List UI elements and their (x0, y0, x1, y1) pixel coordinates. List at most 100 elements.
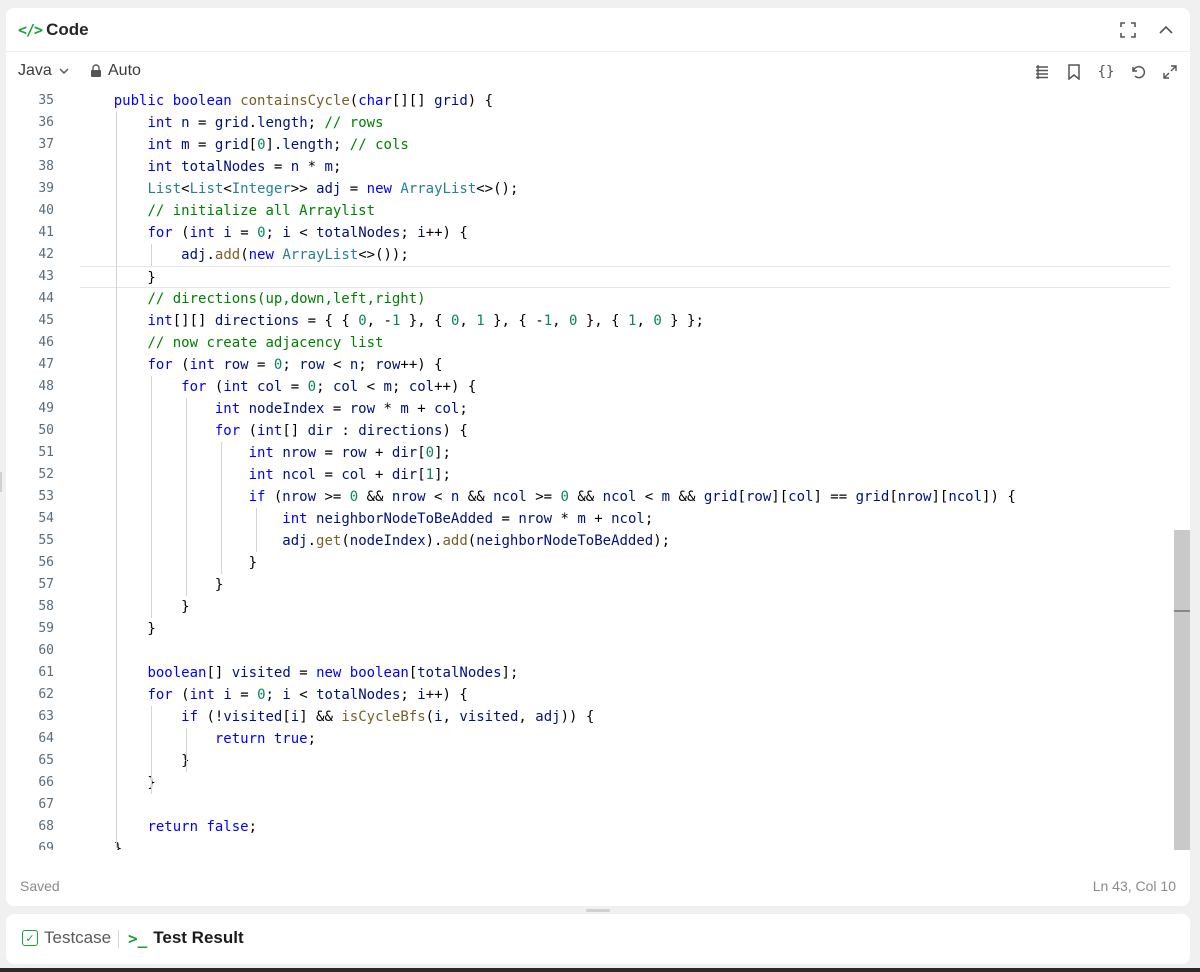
code-line[interactable]: int nrow = row + dir[0]; (80, 442, 1170, 464)
line-number: 55 (38, 533, 54, 548)
code-line[interactable] (80, 640, 1170, 662)
line-number: 51 (38, 445, 54, 460)
panel-title: </> Code (18, 20, 89, 40)
line-number: 38 (38, 159, 54, 174)
indent-guide (186, 398, 187, 596)
line-number: 63 (38, 709, 54, 724)
code-line[interactable]: return false; (80, 816, 1170, 838)
bottom-edge (0, 968, 1200, 972)
line-number: 50 (38, 423, 54, 438)
line-number: 41 (38, 225, 54, 240)
line-number: 66 (38, 775, 54, 790)
code-line[interactable]: for (int i = 0; i < totalNodes; i++) { (80, 684, 1170, 706)
panel-header: </> Code (6, 8, 1190, 52)
code-line[interactable]: public boolean containsCycle(char[][] gr… (80, 90, 1170, 112)
line-number: 48 (38, 379, 54, 394)
line-number: 57 (38, 577, 54, 592)
code-line[interactable]: adj.get(nodeIndex).add(neighborNodeToBeA… (80, 530, 1170, 552)
line-number: 61 (38, 665, 54, 680)
lock-icon (91, 64, 101, 77)
indent-guide (151, 706, 152, 794)
checkbox-icon: ✓ (22, 930, 38, 946)
code-line[interactable]: int nodeIndex = row * m + col; (80, 398, 1170, 420)
line-number: 69 (38, 841, 54, 850)
indent-guide (151, 244, 152, 266)
code-line[interactable]: int totalNodes = n * m; (80, 156, 1170, 178)
tab-divider (118, 930, 119, 948)
line-number: 67 (38, 797, 54, 812)
line-number: 37 (38, 137, 54, 152)
current-code-line[interactable]: } (80, 266, 1170, 288)
line-number: 53 (38, 489, 54, 504)
code-line[interactable]: // initialize all Arraylist (80, 200, 1170, 222)
code-line[interactable]: for (int i = 0; i < totalNodes; i++) { (80, 222, 1170, 244)
code-line[interactable]: int neighborNodeToBeAdded = nrow * m + n… (80, 508, 1170, 530)
code-line[interactable]: } (80, 750, 1170, 772)
code-line[interactable] (80, 794, 1170, 816)
code-line[interactable]: for (int[] dir : directions) { (80, 420, 1170, 442)
scrollbar-cursor-marker (1174, 610, 1190, 612)
tab-test-result[interactable]: >_ Test Result (128, 928, 244, 948)
line-number: 59 (38, 621, 54, 636)
code-line[interactable]: } (80, 618, 1170, 640)
line-number: 35 (38, 93, 54, 108)
format-list-icon[interactable] (1032, 62, 1052, 82)
line-number: 68 (38, 819, 54, 834)
terminal-icon: >_ (128, 928, 148, 948)
line-number: 49 (38, 401, 54, 416)
indent-guide (151, 376, 152, 618)
line-number: 56 (38, 555, 54, 570)
auto-mode-label: Auto (108, 62, 141, 79)
code-line[interactable]: int n = grid.length; // rows (80, 112, 1170, 134)
line-number: 58 (38, 599, 54, 614)
resize-handle[interactable] (586, 909, 610, 912)
code-panel: </> Code Java Auto {} 35 36 37 38 39 40 … (6, 8, 1190, 906)
fullscreen-icon[interactable] (1118, 20, 1138, 40)
code-line[interactable]: int[][] directions = { { 0, -1 }, { 0, 1… (80, 310, 1170, 332)
code-line[interactable]: for (int col = 0; col < m; col++) { (80, 376, 1170, 398)
code-icon: </> (18, 21, 43, 39)
editor-toolbar: Java Auto {} (6, 52, 1190, 90)
language-label: Java (18, 62, 52, 79)
line-number: 62 (38, 687, 54, 702)
line-number: 45 (38, 313, 54, 328)
panel-title-label: Code (46, 20, 89, 39)
code-line[interactable]: } (80, 838, 1170, 850)
indent-guide (116, 112, 117, 848)
auto-mode[interactable]: Auto (90, 62, 141, 80)
code-line[interactable]: for (int row = 0; row < n; row++) { (80, 354, 1170, 376)
expand-icon[interactable] (1160, 62, 1180, 82)
reset-icon[interactable] (1128, 62, 1148, 82)
line-number: 54 (38, 511, 54, 526)
code-line[interactable]: } (80, 772, 1170, 794)
code-line[interactable]: return true; (80, 728, 1170, 750)
language-select[interactable]: Java (18, 62, 70, 80)
code-line[interactable]: if (nrow >= 0 && nrow < n && ncol >= 0 &… (80, 486, 1170, 508)
code-line[interactable]: // directions(up,down,left,right) (80, 288, 1170, 310)
chevron-up-icon[interactable] (1156, 20, 1176, 40)
code-line[interactable]: // now create adjacency list (80, 332, 1170, 354)
tab-test-result-label: Test Result (153, 928, 244, 947)
saved-status: Saved (20, 878, 60, 894)
status-bar: Saved Ln 43, Col 10 (6, 870, 1190, 900)
code-line[interactable]: if (!visited[i] && isCycleBfs(i, visited… (80, 706, 1170, 728)
code-line[interactable]: List<List<Integer>> adj = new ArrayList<… (80, 178, 1170, 200)
vertical-scrollbar[interactable] (1174, 530, 1190, 850)
chevron-down-icon (59, 68, 69, 74)
code-line[interactable]: adj.add(new ArrayList<>()); (80, 244, 1170, 266)
tab-testcase[interactable]: ✓ Testcase (22, 928, 111, 948)
code-lines[interactable]: public boolean containsCycle(char[][] gr… (80, 90, 1170, 850)
bookmark-icon[interactable] (1064, 62, 1084, 82)
code-line[interactable]: boolean[] visited = new boolean[totalNod… (80, 662, 1170, 684)
code-line[interactable]: int ncol = col + dir[1]; (80, 464, 1170, 486)
braces-icon[interactable]: {} (1096, 62, 1116, 82)
code-line[interactable]: } (80, 574, 1170, 596)
code-line[interactable]: int m = grid[0].length; // cols (80, 134, 1170, 156)
code-editor[interactable]: 35 36 37 38 39 40 41 42 43 44 45 46 47 48 49 50 51 52 53 54… (6, 90, 1190, 850)
line-number: 60 (38, 643, 54, 658)
bottom-tabs: ✓ Testcase >_ Test Result (6, 914, 1190, 964)
cursor-position[interactable]: Ln 43, Col 10 (1093, 878, 1176, 894)
code-line[interactable]: } (80, 596, 1170, 618)
line-number: 47 (38, 357, 54, 372)
code-line[interactable]: } (80, 552, 1170, 574)
